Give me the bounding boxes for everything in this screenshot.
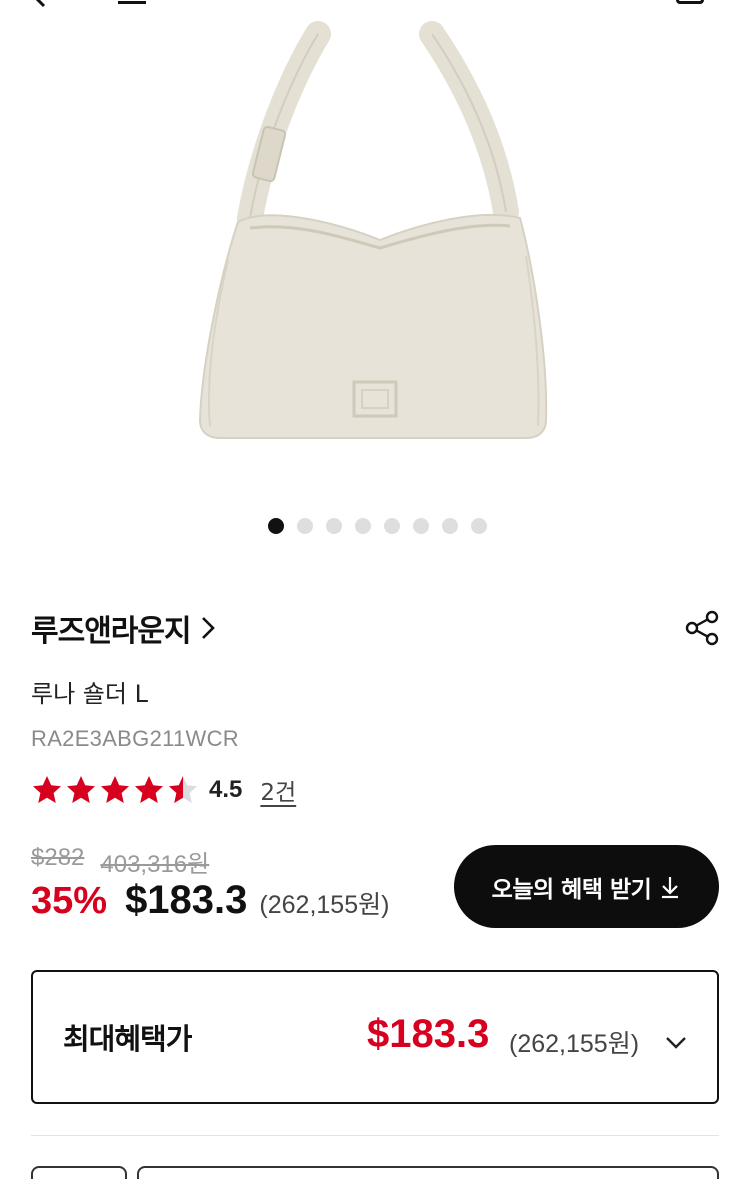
- star-icon: [67, 776, 95, 803]
- section-divider: [31, 1135, 719, 1136]
- download-icon: [662, 876, 679, 898]
- max-benefit-label: 최대혜택가: [63, 1022, 192, 1056]
- carousel-dot[interactable]: [296, 518, 313, 534]
- half-star-icon: [169, 776, 197, 803]
- carousel-dot[interactable]: [325, 518, 342, 534]
- chevron-down-icon: [666, 1037, 686, 1049]
- max-benefit-price-dropdown[interactable]: 최대혜택가 $183.3 (262,155원): [31, 970, 719, 1104]
- option-button-partial[interactable]: [31, 1166, 127, 1179]
- sale-price-usd: $183.3: [125, 878, 248, 922]
- original-price-usd: $282: [31, 844, 85, 871]
- share-icon[interactable]: [683, 609, 721, 647]
- star-icon: [33, 776, 61, 803]
- original-price: $282 403,316원: [31, 844, 209, 879]
- original-price-krw: 403,316원: [100, 851, 210, 878]
- carousel-dot[interactable]: [354, 518, 371, 534]
- option-select-partial[interactable]: [137, 1166, 719, 1179]
- product-code: RA2E3ABG211WCR: [31, 726, 239, 751]
- image-carousel-indicator: [0, 518, 750, 536]
- max-benefit-price-usd: $183.3: [367, 1012, 490, 1056]
- benefit-button-label: 오늘의 혜택 받기: [491, 876, 652, 903]
- product-image[interactable]: [0, 0, 750, 500]
- sale-price-krw: (262,155원): [259, 891, 390, 919]
- carousel-dot[interactable]: [470, 518, 487, 534]
- carousel-dot[interactable]: [383, 518, 400, 534]
- chevron-right-icon: [201, 617, 215, 639]
- review-count-link[interactable]: 2건: [260, 773, 296, 807]
- rating-summary: 4.5 2건: [31, 772, 296, 808]
- star-rating: [31, 774, 199, 806]
- max-benefit-price-krw: (262,155원): [509, 1030, 640, 1058]
- carousel-dot[interactable]: [412, 518, 429, 534]
- star-icon: [135, 776, 163, 803]
- star-icon: [101, 776, 129, 803]
- sale-price-row: 35% $183.3 (262,155원): [31, 878, 389, 934]
- discount-rate: 35%: [31, 880, 108, 922]
- product-name: 루나 숄더 L: [31, 680, 148, 708]
- carousel-dot[interactable]: [267, 518, 284, 534]
- brand-link[interactable]: 루즈앤라운지: [31, 606, 221, 650]
- rating-value: 4.5: [209, 776, 243, 803]
- get-todays-benefit-button[interactable]: 오늘의 혜택 받기: [454, 845, 719, 928]
- carousel-dot[interactable]: [441, 518, 458, 534]
- brand-name: 루즈앤라운지: [31, 614, 192, 649]
